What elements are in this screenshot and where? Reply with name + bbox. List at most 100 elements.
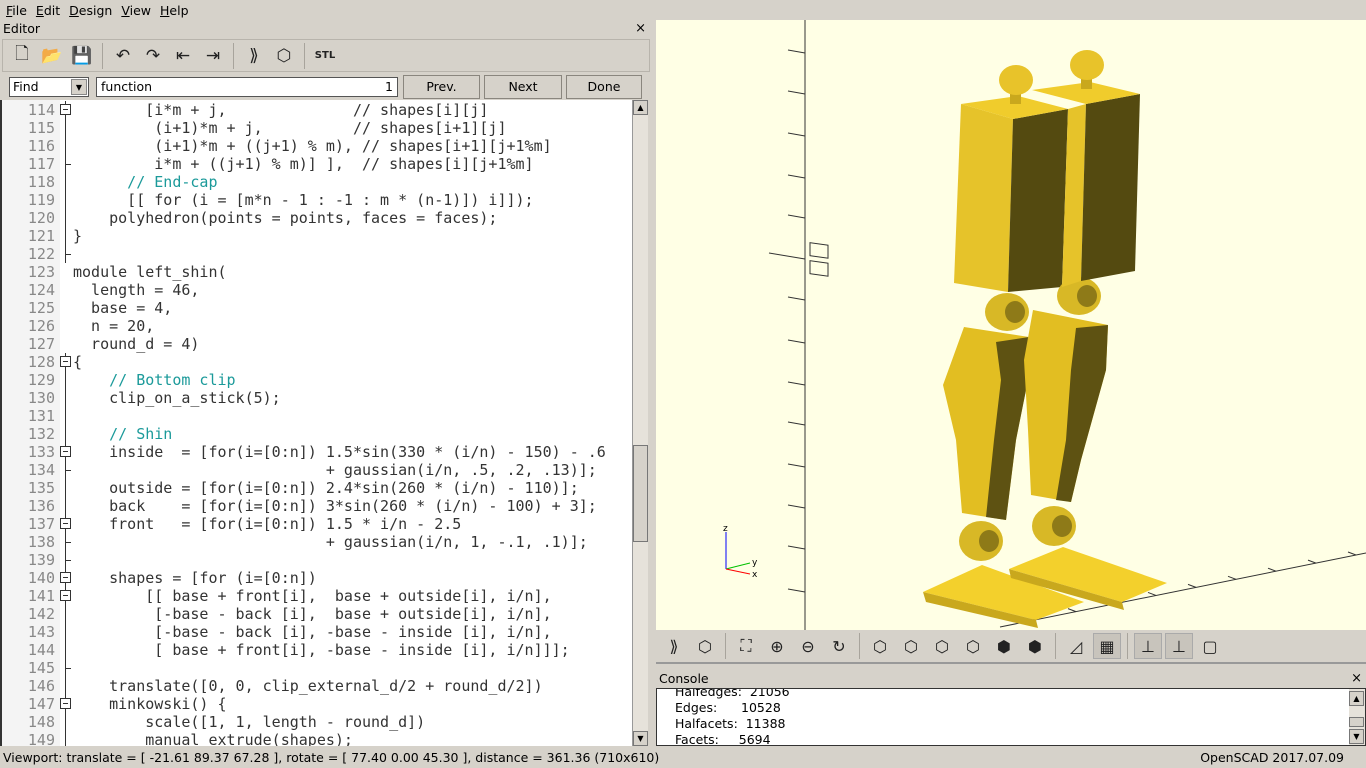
code-line[interactable]: 128 {: [2, 353, 632, 371]
perspective-icon[interactable]: ◿: [1062, 633, 1090, 659]
code-line[interactable]: 148 scale([1, 1, length - round_d]): [2, 713, 632, 731]
menu-help[interactable]: Help: [157, 3, 195, 18]
find-next-button[interactable]: Next: [484, 75, 562, 99]
code-line[interactable]: 135 outside = [for(i=[0:n]) 2.4*sin(260 …: [2, 479, 632, 497]
show-edges-icon[interactable]: ▢: [1196, 633, 1224, 659]
fold-marker[interactable]: [60, 101, 72, 119]
scroll-up-arrow-icon[interactable]: ▲: [1349, 691, 1364, 706]
view-bottom-icon[interactable]: ⬡: [928, 633, 956, 659]
scroll-up-arrow-icon[interactable]: ▲: [633, 100, 648, 115]
code-line[interactable]: 144 [ base + front[i], -base - inside [i…: [2, 641, 632, 659]
fold-collapse-icon[interactable]: [60, 104, 71, 115]
fold-marker[interactable]: [60, 515, 72, 533]
code-line[interactable]: 121}: [2, 227, 632, 245]
code-line[interactable]: 127 round_d = 4): [2, 335, 632, 353]
code-line[interactable]: 143 [-base - back [i], -base - inside [i…: [2, 623, 632, 641]
save-file-icon[interactable]: 💾: [69, 43, 95, 69]
chevron-down-icon[interactable]: ▼: [71, 79, 87, 95]
open-file-icon[interactable]: 📂: [39, 43, 65, 69]
3d-viewport[interactable]: z y x: [656, 20, 1366, 630]
code-line[interactable]: 114 [i*m + j, // shapes[i][j]: [2, 101, 632, 119]
code-line[interactable]: 146 translate([0, 0, clip_external_d/2 +…: [2, 677, 632, 695]
view-front-icon[interactable]: ⬢: [990, 633, 1018, 659]
fold-marker[interactable]: [60, 443, 72, 461]
code-line[interactable]: 147 minkowski() {: [2, 695, 632, 713]
code-line[interactable]: 131: [2, 407, 632, 425]
show-axes-icon[interactable]: ⊥: [1134, 633, 1162, 659]
code-line[interactable]: 115 (i+1)*m + j, // shapes[i+1][j]: [2, 119, 632, 137]
indent-icon[interactable]: ⇥: [200, 43, 226, 69]
menu-edit[interactable]: Edit: [33, 3, 66, 18]
fold-marker[interactable]: [60, 353, 72, 371]
console-scrollbar[interactable]: ▲ ▼: [1349, 689, 1365, 745]
code-line[interactable]: 132 // Shin: [2, 425, 632, 443]
show-scale-markers-icon[interactable]: ⊥: [1165, 633, 1193, 659]
menu-file[interactable]: File: [3, 3, 33, 18]
view-right-icon[interactable]: ⬡: [866, 633, 894, 659]
code-line[interactable]: 117 i*m + ((j+1) % m)] ], // shapes[i][j…: [2, 155, 632, 173]
undo-icon[interactable]: ↶: [110, 43, 136, 69]
code-line[interactable]: 118 // End-cap: [2, 173, 632, 191]
fold-collapse-icon[interactable]: [60, 518, 71, 529]
new-file-icon[interactable]: 🗋: [9, 43, 35, 69]
scroll-down-arrow-icon[interactable]: ▼: [1349, 729, 1364, 744]
code-line[interactable]: 123 module left_shin(: [2, 263, 632, 281]
code-line[interactable]: 116 (i+1)*m + ((j+1) % m), // shapes[i+1…: [2, 137, 632, 155]
code-line[interactable]: 129 // Bottom clip: [2, 371, 632, 389]
zoom-out-icon[interactable]: ⊖: [794, 633, 822, 659]
code-line[interactable]: 126 n = 20,: [2, 317, 632, 335]
scrollbar-thumb[interactable]: [1349, 717, 1364, 727]
code-line[interactable]: 119 [[ for (i = [m*n - 1 : -1 : m * (n-1…: [2, 191, 632, 209]
zoom-in-icon[interactable]: ⊕: [763, 633, 791, 659]
find-input[interactable]: function 1: [96, 77, 398, 97]
view-back-icon[interactable]: ⬢: [1021, 633, 1049, 659]
unindent-icon[interactable]: ⇤: [170, 43, 196, 69]
find-done-button[interactable]: Done: [566, 75, 642, 99]
menu-view[interactable]: View: [118, 3, 157, 18]
code-line[interactable]: 125 base = 4,: [2, 299, 632, 317]
preview-icon[interactable]: ⟫: [241, 43, 267, 69]
code-line[interactable]: 138 + gaussian(i/n, 1, -.1, .1)];: [2, 533, 632, 551]
code-line[interactable]: 149 manual_extrude(shapes);: [2, 731, 632, 746]
code-editor[interactable]: 114 [i*m + j, // shapes[i][j] 115 (i+1)*m…: [0, 100, 632, 746]
code-line[interactable]: 122: [2, 245, 632, 263]
code-line[interactable]: 124 length = 46,: [2, 281, 632, 299]
render-icon[interactable]: ⬡: [271, 43, 297, 69]
view-all-icon[interactable]: ⛶: [732, 633, 760, 659]
fold-collapse-icon[interactable]: [60, 446, 71, 457]
fold-collapse-icon[interactable]: [60, 698, 71, 709]
orthogonal-icon[interactable]: ▦: [1093, 633, 1121, 659]
export-stl-icon[interactable]: STL: [312, 43, 338, 69]
fold-marker[interactable]: [60, 569, 72, 587]
code-line[interactable]: 145: [2, 659, 632, 677]
code-line[interactable]: 136 back = [for(i=[0:n]) 3*sin(260 * (i/…: [2, 497, 632, 515]
fold-collapse-icon[interactable]: [60, 356, 71, 367]
code-line[interactable]: 120 polyhedron(points = points, faces = …: [2, 209, 632, 227]
fold-collapse-icon[interactable]: [60, 572, 71, 583]
render-icon[interactable]: ⬡: [691, 633, 719, 659]
reset-view-icon[interactable]: ↻: [825, 633, 853, 659]
code-line[interactable]: 133 inside = [for(i=[0:n]) 1.5*sin(330 *…: [2, 443, 632, 461]
preview-icon[interactable]: ⟫: [660, 633, 688, 659]
find-mode-select[interactable]: Find ▼: [9, 77, 89, 97]
fold-marker[interactable]: [60, 587, 72, 605]
fold-marker[interactable]: [60, 695, 72, 713]
editor-scrollbar[interactable]: ▲ ▼: [632, 100, 648, 746]
code-line[interactable]: 141 [[ base + front[i], base + outside[i…: [2, 587, 632, 605]
redo-icon[interactable]: ↷: [140, 43, 166, 69]
fold-collapse-icon[interactable]: [60, 590, 71, 601]
editor-close-button[interactable]: ×: [635, 20, 646, 38]
code-line[interactable]: 139: [2, 551, 632, 569]
code-line[interactable]: 142 [-base - back [i], base + outside[i]…: [2, 605, 632, 623]
code-line[interactable]: 137 front = [for(i=[0:n]) 1.5 * i/n - 2.…: [2, 515, 632, 533]
view-left-icon[interactable]: ⬡: [959, 633, 987, 659]
code-line[interactable]: 140 shapes = [for (i=[0:n]): [2, 569, 632, 587]
code-line[interactable]: 130 clip_on_a_stick(5);: [2, 389, 632, 407]
scrollbar-thumb[interactable]: [633, 445, 648, 542]
find-prev-button[interactable]: Prev.: [403, 75, 480, 99]
console-close-button[interactable]: ×: [1351, 670, 1362, 688]
console-output[interactable]: ▲ ▼ Halfedges: 21056 Edges: 10528 Halfacet…: [656, 688, 1366, 746]
code-line[interactable]: 134 + gaussian(i/n, .5, .2, .13)];: [2, 461, 632, 479]
scroll-down-arrow-icon[interactable]: ▼: [633, 731, 648, 746]
view-top-icon[interactable]: ⬡: [897, 633, 925, 659]
